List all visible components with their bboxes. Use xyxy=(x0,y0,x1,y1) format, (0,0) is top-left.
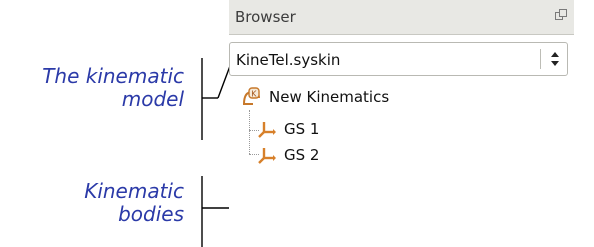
svg-text:K: K xyxy=(251,90,257,99)
kinematics-tree: K New Kinematics GS 1 GS 2 xyxy=(229,82,574,247)
tree-connector-vertical xyxy=(249,110,250,154)
model-selector-value: KineTel.syskin xyxy=(236,51,341,69)
panel-titlebar: Browser xyxy=(229,0,574,35)
tree-item-label: GS 1 xyxy=(284,120,320,138)
tree-item-new-kinematics[interactable]: K New Kinematics xyxy=(241,85,389,109)
float-window-icon[interactable] xyxy=(554,8,568,22)
up-down-arrows-icon[interactable] xyxy=(548,49,562,69)
panel-title: Browser xyxy=(235,8,296,26)
kinematic-body-icon xyxy=(256,144,278,166)
selector-divider xyxy=(540,49,541,69)
browser-panel: Browser KineTel.syskin K New Kinematics … xyxy=(229,0,594,247)
tree-item-label: GS 2 xyxy=(284,146,320,164)
tree-item-gs1[interactable]: GS 1 xyxy=(256,117,319,141)
tree-item-label: New Kinematics xyxy=(269,88,390,106)
tree-item-gs2[interactable]: GS 2 xyxy=(256,143,319,167)
kinematic-body-icon xyxy=(256,118,278,140)
kinematics-root-icon: K xyxy=(241,86,263,108)
model-selector[interactable]: KineTel.syskin xyxy=(229,42,568,76)
